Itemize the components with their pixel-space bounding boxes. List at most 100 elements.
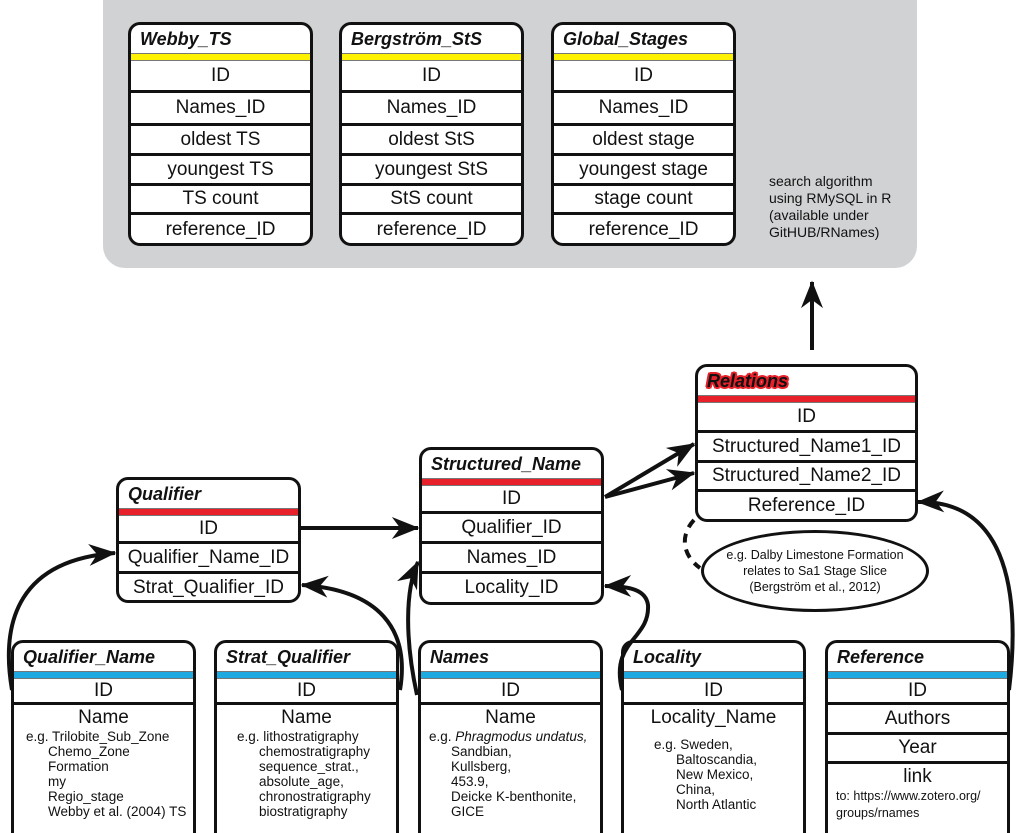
table-bergstrom-sts: Bergström_StS ID Names_ID oldest StS you… — [339, 22, 524, 246]
example-line: my — [48, 774, 66, 789]
field-row: reference_ID — [131, 212, 310, 243]
table-title: Relations — [698, 367, 915, 396]
search-algorithm-note: search algorithm using RMySQL in R (avai… — [769, 173, 891, 241]
link-text[interactable]: to: https://www.zotero.org/ groups/rname… — [828, 788, 1007, 822]
link-field: link to: https://www.zotero.org/ groups/… — [828, 761, 1007, 822]
example-line: biostratigraphy — [259, 804, 348, 819]
field-row: ID — [217, 678, 396, 702]
field-row: Reference_ID — [698, 489, 915, 519]
field-row: Structured_Name2_ID — [698, 460, 915, 489]
field-row: Year — [828, 732, 1007, 761]
field-row: oldest StS — [342, 123, 521, 153]
example-line: chemostratigraphy — [259, 744, 371, 759]
example-line: Regio_stage — [48, 789, 124, 804]
field-row: Locality_ID — [422, 571, 601, 602]
table-title: Bergström_StS — [342, 25, 521, 54]
example-line: Phragmodus undatus, — [455, 729, 588, 744]
dashed-link-relations-example — [683, 518, 702, 570]
table-title: Qualifier — [119, 480, 298, 509]
field-label: Name — [485, 707, 536, 728]
field-row: ID — [828, 678, 1007, 702]
arrow-names-to-structured-name — [397, 560, 420, 696]
example-line: Formation — [48, 759, 109, 774]
examples: e.g. lithostratigraphy chemostratigraphy… — [217, 729, 396, 819]
field-label: link — [903, 766, 932, 787]
field-row: oldest stage — [554, 123, 733, 153]
table-webby-ts: Webby_TS ID Names_ID oldest TS youngest … — [128, 22, 313, 246]
arrow-structured-name-to-relations-sn1 — [603, 442, 696, 499]
field-row: Structured_Name1_ID — [698, 430, 915, 460]
field-row: Names_ID — [422, 541, 601, 571]
example-line: Webby et al. (2004) TS — [48, 804, 187, 819]
example-line: North Atlantic — [676, 797, 757, 812]
example-line: (Bergström et al., 2012) — [749, 580, 881, 594]
example-line: e.g. lithostratigraphy — [237, 729, 359, 744]
table-title: Webby_TS — [131, 25, 310, 54]
table-title: Locality — [624, 643, 803, 672]
field-row: stage count — [554, 183, 733, 212]
example-line: e.g. Trilobite_Sub_Zone — [26, 729, 170, 744]
field-row: Qualifier_ID — [422, 511, 601, 541]
table-names: Names ID Name e.g. Phragmodus undatus, S… — [418, 640, 603, 833]
link-line[interactable]: to: https://www.zotero.org/ — [836, 788, 1007, 805]
table-reference: Reference ID Authors Year link to: https… — [825, 640, 1010, 833]
table-title: Global_Stages — [554, 25, 733, 54]
field-row: Authors — [828, 702, 1007, 732]
field-row: youngest stage — [554, 153, 733, 183]
field-row: ID — [421, 678, 600, 702]
examples: e.g. Sweden, Baltoscandia, New Mexico, C… — [624, 729, 803, 812]
example-line: GICE — [451, 804, 485, 819]
examples: e.g. Trilobite_Sub_Zone Chemo_Zone Forma… — [14, 729, 193, 819]
table-title: Structured_Name — [422, 450, 601, 479]
table-qualifier: Qualifier ID Qualifier_Name_ID Strat_Qua… — [116, 477, 301, 603]
name-field: Name e.g. lithostratigraphy chemostratig… — [217, 702, 396, 819]
table-title: Qualifier_Name — [14, 643, 193, 672]
table-title: Strat_Qualifier — [217, 643, 396, 672]
example-line: Sandbian, — [451, 744, 512, 759]
field-row: reference_ID — [342, 212, 521, 243]
note-line: (available under — [769, 207, 869, 223]
field-row: Names_ID — [554, 90, 733, 123]
example-line: sequence_strat., — [259, 759, 359, 774]
example-line: Chemo_Zone — [48, 744, 130, 759]
field-row: oldest TS — [131, 123, 310, 153]
example-prefix: e.g. — [429, 729, 456, 744]
table-title: Names — [421, 643, 600, 672]
table-relations: Relations ID Structured_Name1_ID Structu… — [695, 364, 918, 522]
arrow-structured-name-to-relations-sn2 — [604, 469, 696, 499]
table-title: Reference — [828, 643, 1007, 672]
relations-example-bubble: e.g. Dalby Limestone Formation relates t… — [701, 530, 929, 612]
table-strat-qualifier: Strat_Qualifier ID Name e.g. lithostrati… — [214, 640, 399, 833]
field-row: ID — [119, 515, 298, 541]
field-row: Qualifier_Name_ID — [119, 541, 298, 571]
examples: e.g. Phragmodus undatus, Sandbian, Kulls… — [421, 729, 600, 819]
example-line: Deicke K-benthonite, — [451, 789, 577, 804]
example-line: Baltoscandia, — [676, 752, 758, 767]
example-line: e.g. Sweden, — [654, 737, 733, 752]
field-row: youngest StS — [342, 153, 521, 183]
field-row: Names_ID — [342, 90, 521, 123]
example-line: New Mexico, — [676, 767, 754, 782]
table-qualifier-name: Qualifier_Name ID Name e.g. Trilobite_Su… — [11, 640, 196, 833]
table-locality: Locality ID Locality_Name e.g. Sweden, B… — [621, 640, 806, 833]
example-line: Kullsberg, — [451, 759, 512, 774]
field-label: Name — [281, 707, 332, 728]
note-line: using RMySQL in R — [769, 190, 892, 206]
field-label: Name — [78, 707, 129, 728]
field-row: StS count — [342, 183, 521, 212]
example-line: e.g. Dalby Limestone Formation — [726, 548, 904, 562]
field-row: ID — [342, 60, 521, 90]
field-row: ID — [554, 60, 733, 90]
name-field: Name e.g. Trilobite_Sub_Zone Chemo_Zone … — [14, 702, 193, 819]
field-row: ID — [624, 678, 803, 702]
example-line: chronostratigraphy — [259, 789, 371, 804]
field-row: reference_ID — [554, 212, 733, 243]
field-row: TS count — [131, 183, 310, 212]
field-row: ID — [698, 402, 915, 430]
name-field: Locality_Name e.g. Sweden, Baltoscandia,… — [624, 702, 803, 812]
field-row: ID — [131, 60, 310, 90]
link-line[interactable]: groups/rnames — [836, 805, 1007, 822]
field-row: ID — [14, 678, 193, 702]
field-row: ID — [422, 485, 601, 511]
note-line: GitHUB/RNames) — [769, 224, 880, 240]
